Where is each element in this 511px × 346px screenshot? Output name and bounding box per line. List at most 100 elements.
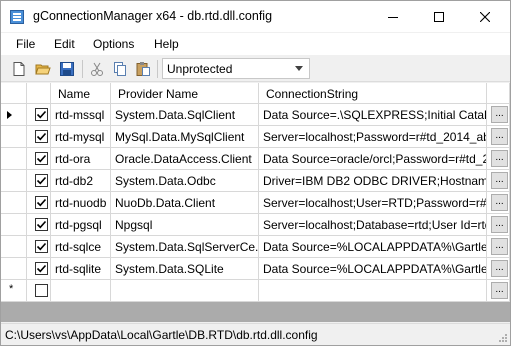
title-bar[interactable]: gConnectionManager x64 - db.rtd.dll.conf… <box>1 1 510 32</box>
row-header[interactable] <box>1 258 27 280</box>
connection-string-cell[interactable]: Data Source=oracle/orcl;Password=r#td_20… <box>259 148 487 170</box>
provider-cell[interactable]: System.Data.SqlServerCe.4.0 <box>111 236 259 258</box>
connection-string-cell[interactable]: Server=localhost;Password=r#td_2014_abc!… <box>259 126 487 148</box>
row-header[interactable] <box>1 170 27 192</box>
name-cell[interactable]: rtd-ora <box>51 148 111 170</box>
column-header-connection-string[interactable]: ConnectionString <box>259 83 487 104</box>
provider-cell[interactable]: NuoDb.Data.Client <box>111 192 259 214</box>
table-row[interactable]: rtd-db2 System.Data.Odbc Driver=IBM DB2 OD… <box>1 170 510 192</box>
connection-string-cell[interactable]: Data Source=.\SQLEXPRESS;Initial Catalog… <box>259 104 487 126</box>
table-row[interactable]: rtd-nuodb NuoDb.Data.Client Server=localho… <box>1 192 510 214</box>
new-file-icon[interactable] <box>11 61 27 77</box>
close-button[interactable] <box>462 1 508 32</box>
enabled-checkbox[interactable] <box>35 284 48 297</box>
row-header[interactable] <box>1 148 27 170</box>
edit-cell: ... <box>487 148 510 170</box>
edit-connection-button[interactable]: ... <box>491 216 508 233</box>
enabled-checkbox[interactable] <box>35 152 48 165</box>
enabled-cell <box>27 148 51 170</box>
menu-options[interactable]: Options <box>93 37 134 51</box>
minimize-button[interactable] <box>370 1 416 32</box>
enabled-checkbox[interactable] <box>35 240 48 253</box>
menu-help[interactable]: Help <box>154 37 179 51</box>
table-row[interactable]: rtd-pgsql Npgsql Server=localhost;Database… <box>1 214 510 236</box>
connections-grid: Name Provider Name ConnectionString rtd-… <box>1 83 510 322</box>
enabled-cell <box>27 104 51 126</box>
close-icon <box>480 11 490 22</box>
toolbar-separator <box>157 60 158 78</box>
edit-connection-button[interactable]: ... <box>491 172 508 189</box>
table-row[interactable]: rtd-mysql MySql.Data.MySqlClient Server=lo… <box>1 126 510 148</box>
table-row[interactable]: rtd-mssql System.Data.SqlClient Data Sourc… <box>1 104 510 126</box>
edit-connection-button[interactable]: ... <box>491 260 508 277</box>
connection-string-cell[interactable]: Data Source=%LOCALAPPDATA%\Gartle\... <box>259 236 487 258</box>
name-cell[interactable]: rtd-sqlce <box>51 236 111 258</box>
enabled-checkbox[interactable] <box>35 196 48 209</box>
provider-cell[interactable]: Npgsql <box>111 214 259 236</box>
row-header[interactable] <box>1 126 27 148</box>
edit-connection-button[interactable]: ... <box>491 194 508 211</box>
enabled-checkbox[interactable] <box>35 218 48 231</box>
protection-dropdown[interactable]: Unprotected <box>162 58 310 79</box>
table-row[interactable]: rtd-sqlceSystem.Data.SqlServerCe.4.0Data… <box>1 236 510 258</box>
checkmark-icon <box>36 242 47 251</box>
enabled-checkbox[interactable] <box>35 108 48 121</box>
name-cell[interactable] <box>51 280 111 302</box>
connection-string-cell[interactable]: Driver=IBM DB2 ODBC DRIVER;Hostname=... <box>259 170 487 192</box>
status-bar: C:\Users\vs\AppData\Local\Gartle\DB.RTD\… <box>1 323 510 345</box>
name-cell[interactable]: rtd-sqlite <box>51 258 111 280</box>
resize-grip-icon[interactable] <box>498 333 508 343</box>
table-row[interactable]: rtd-sqlite System.Data.SQLite Data Source=… <box>1 258 510 280</box>
edit-connection-button[interactable]: ... <box>491 150 508 167</box>
row-header[interactable]: * <box>1 280 27 302</box>
connection-string-cell[interactable]: Server=localhost;User=RTD;Password=r#td.… <box>259 192 487 214</box>
checkmark-icon <box>36 264 47 273</box>
name-cell[interactable]: rtd-mssql <box>51 104 111 126</box>
open-folder-icon[interactable] <box>35 61 51 77</box>
name-cell[interactable]: rtd-nuodb <box>51 192 111 214</box>
provider-cell[interactable] <box>111 280 259 302</box>
enabled-checkbox[interactable] <box>35 262 48 275</box>
provider-cell[interactable]: MySql.Data.MySqlClient <box>111 126 259 148</box>
row-header[interactable] <box>1 214 27 236</box>
connection-string-cell[interactable]: Server=localhost;Database=rtd;User Id=rt… <box>259 214 487 236</box>
menu-edit[interactable]: Edit <box>54 37 75 51</box>
table-row[interactable]: rtd-ora Oracle.DataAccess.Client Data Sour… <box>1 148 510 170</box>
column-header-enabled[interactable] <box>27 83 51 104</box>
name-cell[interactable]: rtd-mysql <box>51 126 111 148</box>
maximize-button[interactable] <box>416 1 462 32</box>
edit-connection-button[interactable]: ... <box>491 282 508 299</box>
row-header[interactable] <box>1 104 27 126</box>
cut-icon[interactable] <box>89 61 105 77</box>
row-header[interactable] <box>1 236 27 258</box>
provider-cell[interactable]: System.Data.SqlClient <box>111 104 259 126</box>
copy-icon[interactable] <box>112 61 128 77</box>
connection-string-cell[interactable]: Data Source=%LOCALAPPDATA%\Gartle\... <box>259 258 487 280</box>
provider-cell[interactable]: System.Data.Odbc <box>111 170 259 192</box>
current-row-arrow-icon <box>7 111 12 119</box>
name-cell[interactable]: rtd-pgsql <box>51 214 111 236</box>
enabled-checkbox[interactable] <box>35 174 48 187</box>
column-header-provider[interactable]: Provider Name <box>111 83 259 104</box>
checkmark-icon <box>36 154 47 163</box>
row-header[interactable] <box>1 192 27 214</box>
checkmark-icon <box>36 198 47 207</box>
connection-string-cell[interactable] <box>259 280 487 302</box>
provider-cell[interactable]: Oracle.DataAccess.Client <box>111 148 259 170</box>
new-row[interactable]: *... <box>1 280 510 302</box>
menu-file[interactable]: File <box>16 37 35 51</box>
checkmark-icon <box>36 220 47 229</box>
app-icon <box>10 10 24 24</box>
edit-connection-button[interactable]: ... <box>491 106 508 123</box>
edit-connection-button[interactable]: ... <box>491 128 508 145</box>
save-icon[interactable] <box>59 61 75 77</box>
provider-cell[interactable]: System.Data.SQLite <box>111 258 259 280</box>
edit-connection-button[interactable]: ... <box>491 238 508 255</box>
name-cell[interactable]: rtd-db2 <box>51 170 111 192</box>
paste-icon[interactable] <box>135 61 151 77</box>
column-header-name[interactable]: Name <box>51 83 111 104</box>
minimize-icon <box>388 16 398 18</box>
enabled-checkbox[interactable] <box>35 130 48 143</box>
edit-cell: ... <box>487 258 510 280</box>
enabled-cell <box>27 280 51 302</box>
